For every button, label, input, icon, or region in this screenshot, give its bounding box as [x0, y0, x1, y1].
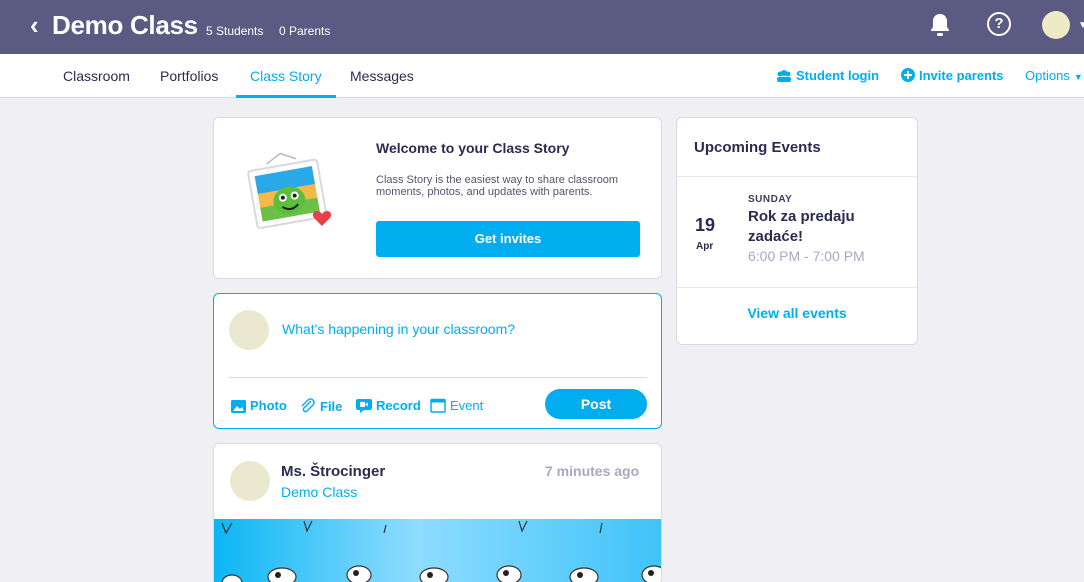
paperclip-icon — [301, 398, 315, 413]
post-author[interactable]: Ms. Štrocinger — [281, 463, 385, 480]
back-chevron-icon[interactable]: ‹ — [30, 10, 39, 40]
top-bar: ‹ Demo Class 5 Students 0 Parents ? ▼ — [0, 0, 1084, 54]
photo-button[interactable]: Photo — [231, 398, 287, 414]
composer-input[interactable]: What's happening in your classroom? — [282, 321, 515, 337]
parents-count[interactable]: 0 Parents — [279, 24, 330, 38]
event-month: Apr — [696, 241, 714, 252]
story-post: Ms. Štrocinger Demo Class 7 minutes ago — [213, 443, 662, 582]
divider — [229, 377, 647, 378]
welcome-title: Welcome to your Class Story — [376, 140, 570, 156]
event-label: Event — [450, 398, 484, 413]
invite-parents-link[interactable]: Invite parents — [901, 68, 1004, 84]
video-record-icon — [356, 399, 372, 413]
options-menu[interactable]: Options ▼ — [1025, 68, 1083, 85]
divider — [677, 176, 917, 177]
active-tab-indicator — [236, 95, 336, 98]
options-label: Options — [1025, 68, 1070, 83]
tab-portfolios[interactable]: Portfolios — [160, 67, 218, 85]
plus-circle-icon — [901, 68, 915, 82]
post-button[interactable]: Post — [545, 389, 647, 419]
photo-icon — [231, 400, 246, 413]
class-title[interactable]: Demo Class — [52, 10, 198, 40]
cow-pattern-image — [221, 520, 661, 582]
divider — [677, 287, 917, 288]
events-title: Upcoming Events — [694, 139, 821, 156]
chevron-down-icon[interactable]: ▼ — [1078, 20, 1084, 31]
students-icon — [777, 70, 791, 82]
photo-label: Photo — [250, 398, 287, 413]
event-name[interactable]: Rok za predaju zadaće! — [748, 207, 898, 247]
student-login-link[interactable]: Student login — [776, 68, 879, 84]
help-icon[interactable]: ? — [987, 12, 1011, 36]
user-avatar[interactable] — [1042, 11, 1070, 39]
tab-class-story[interactable]: Class Story — [250, 67, 322, 85]
post-class-name[interactable]: Demo Class — [281, 484, 357, 500]
record-button[interactable]: Record — [356, 398, 421, 414]
chevron-down-icon: ▼ — [1073, 72, 1083, 82]
post-image[interactable] — [214, 519, 661, 582]
event-button[interactable]: Event — [430, 398, 483, 414]
file-label: File — [320, 399, 343, 414]
post-composer: What's happening in your classroom? Phot… — [213, 293, 662, 429]
calendar-icon — [430, 398, 446, 413]
file-button[interactable]: File — [300, 398, 342, 415]
event-time: 6:00 PM - 7:00 PM — [748, 248, 865, 264]
event-day: 19 — [695, 215, 716, 235]
tab-bar: Classroom Portfolios Class Story Message… — [0, 54, 1084, 98]
notifications-bell-icon[interactable] — [929, 12, 951, 38]
student-login-label: Student login — [796, 68, 880, 83]
tab-messages[interactable]: Messages — [350, 67, 414, 85]
welcome-description: Class Story is the easiest way to share … — [376, 174, 619, 198]
upcoming-events-card: Upcoming Events 19 Apr SUNDAY Rok za pre… — [676, 117, 918, 345]
event-weekday: SUNDAY — [748, 194, 793, 205]
get-invites-button[interactable]: Get invites — [376, 221, 640, 257]
invite-parents-label: Invite parents — [919, 68, 1004, 83]
view-all-events-link[interactable]: View all events — [677, 305, 917, 321]
tab-classroom[interactable]: Classroom — [63, 67, 130, 85]
avatar — [230, 461, 270, 501]
welcome-card: Welcome to your Class Story Class Story … — [213, 117, 662, 279]
students-count[interactable]: 5 Students — [206, 24, 263, 38]
record-label: Record — [376, 398, 421, 413]
class-story-illustration-icon — [247, 152, 332, 230]
post-timestamp: 7 minutes ago — [545, 463, 640, 479]
avatar — [229, 310, 269, 350]
